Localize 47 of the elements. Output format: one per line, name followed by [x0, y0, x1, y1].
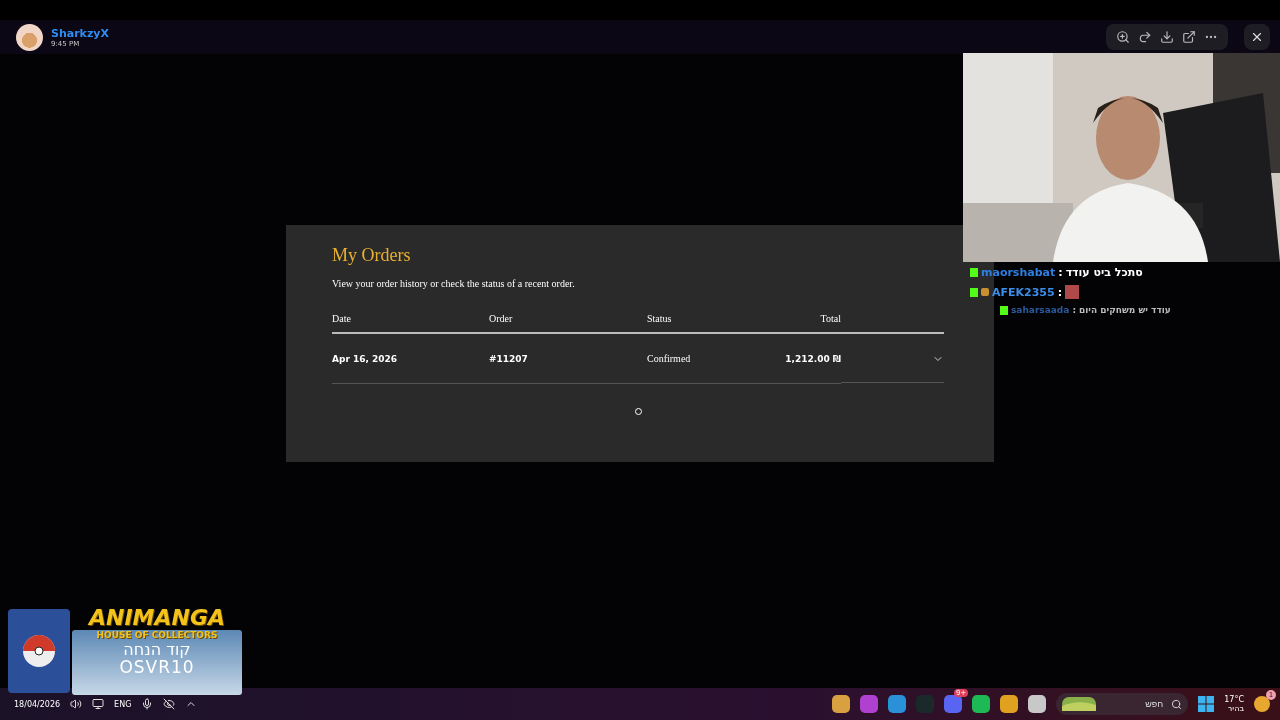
app-icon[interactable]	[832, 695, 851, 713]
column-header: Date	[332, 313, 489, 334]
open-external-icon[interactable]	[1182, 30, 1196, 44]
user-name: SharkzyX	[51, 26, 109, 40]
avatar	[16, 23, 43, 51]
chat-message: סתכל ביט עודד	[1065, 266, 1143, 279]
dialog-subtitle: View your order history or check the status of a recent order.	[332, 278, 576, 289]
separator-text: :	[1072, 305, 1076, 315]
hidden-eye-icon[interactable]	[163, 698, 176, 710]
share-icon[interactable]	[1138, 30, 1152, 44]
microphone-icon[interactable]	[141, 698, 154, 710]
emote-icon	[1065, 285, 1080, 299]
windows-start-icon[interactable]	[1198, 696, 1215, 712]
search-field[interactable]: חפש	[1056, 693, 1189, 715]
order-total: 1,212.00 ₪	[767, 334, 841, 384]
promo-code: OSVR10	[119, 659, 195, 676]
monitor-icon[interactable]	[92, 698, 105, 710]
brand-tagline: HOUSE OF COLLECTORS	[96, 630, 218, 640]
chat-user: saharsaada	[1011, 305, 1070, 315]
chat-user: maorshabat	[981, 266, 1056, 279]
order-date: Apr 16, 2026	[332, 334, 489, 384]
temperature: 17°C	[1224, 695, 1244, 704]
search-icon	[1171, 698, 1183, 710]
promo-label: קוד הנחה	[123, 640, 191, 659]
order-number: #11207	[489, 334, 647, 384]
zoom-in-icon[interactable]	[1116, 30, 1130, 44]
order-status: Confirmed	[647, 334, 767, 384]
chat-user: AFEK2355	[992, 285, 1055, 299]
badge-icon	[1000, 305, 1008, 315]
separator-text: :	[1058, 266, 1063, 279]
speaker-icon[interactable]	[70, 698, 83, 710]
close-button[interactable]	[1244, 24, 1270, 50]
dialog-title: My Orders	[332, 245, 412, 266]
taskbar-date: 18/04/2026	[14, 699, 61, 709]
app-icon[interactable]	[888, 695, 907, 713]
app-icon[interactable]	[860, 695, 879, 713]
brand-logo: ANIMANGA	[88, 605, 225, 630]
download-icon[interactable]	[1160, 30, 1174, 44]
badge-icon	[970, 268, 978, 277]
weather-text: בהיר	[1227, 704, 1244, 713]
language-indicator[interactable]: ENG	[114, 699, 132, 709]
column-header: Status	[647, 313, 767, 334]
column-header: Order	[489, 313, 647, 334]
column-header: Total	[767, 313, 841, 334]
separator-text: :	[1057, 285, 1063, 299]
search-input[interactable]: חפש	[1102, 698, 1166, 710]
chat-message: עודד יש משחקים היום	[1079, 305, 1171, 315]
